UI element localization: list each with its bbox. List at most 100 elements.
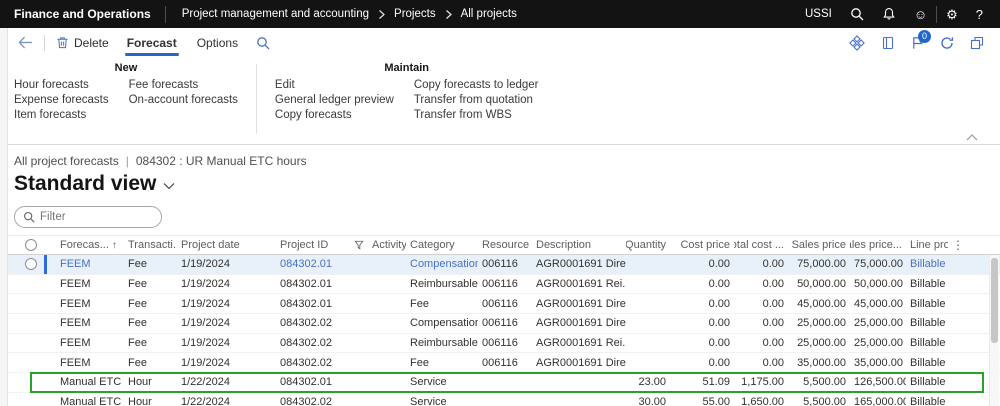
- cell-resource[interactable]: 006116: [478, 298, 532, 310]
- cell-costPrice[interactable]: 55.00: [670, 396, 734, 406]
- cell-totalCost[interactable]: 0.00: [734, 258, 788, 270]
- table-row[interactable]: FEEMFee1/19/2024084302.01Fee006116AGR000…: [0, 294, 1000, 314]
- cell-description[interactable]: AGR0001691 Dire...: [532, 357, 626, 369]
- cell-description[interactable]: AGR0001691 Rei...: [532, 278, 626, 290]
- column-header-quantity[interactable]: Quantity: [626, 239, 670, 251]
- ribbon-item[interactable]: Hour forecasts: [14, 79, 109, 91]
- chevron-down-icon[interactable]: [163, 182, 175, 190]
- cell-date[interactable]: 1/19/2024: [177, 298, 276, 310]
- cell-category[interactable]: Compensation: [406, 317, 478, 329]
- cell-projectId[interactable]: 084302.02: [276, 357, 368, 369]
- cell-description[interactable]: AGR0001691 Dire...: [532, 298, 626, 310]
- cell-costPrice[interactable]: 0.00: [670, 337, 734, 349]
- cell-projectId[interactable]: 084302.01: [276, 258, 368, 270]
- delete-button[interactable]: Delete: [48, 28, 117, 57]
- column-header-transaction[interactable]: Transacti...: [124, 239, 177, 251]
- scrollbar-thumb[interactable]: [991, 258, 998, 343]
- column-options-button[interactable]: ⋮: [948, 238, 962, 252]
- cell-resource[interactable]: 006116: [478, 258, 532, 270]
- cell-projectId[interactable]: 084302.02: [276, 396, 368, 406]
- cell-salesPrice2[interactable]: 25,000.00: [850, 337, 906, 349]
- app-title[interactable]: Finance and Operations: [0, 7, 165, 21]
- cell-totalCost[interactable]: 0.00: [734, 357, 788, 369]
- cell-salesPrice[interactable]: 25,000.00: [788, 337, 850, 349]
- breadcrumb-item[interactable]: All projects: [461, 8, 517, 20]
- ribbon-item[interactable]: Fee forecasts: [129, 79, 238, 91]
- cell-salesPrice[interactable]: 50,000.00: [788, 278, 850, 290]
- cell-costPrice[interactable]: 0.00: [670, 317, 734, 329]
- column-header-forecast[interactable]: Forecas...↑: [56, 239, 124, 251]
- table-row[interactable]: FEEMFee1/19/2024084302.02Compensation006…: [0, 314, 1000, 334]
- vertical-scrollbar[interactable]: [989, 255, 999, 406]
- cell-costPrice[interactable]: 51.09: [670, 376, 734, 388]
- cell-resource[interactable]: 006116: [478, 357, 532, 369]
- cell-totalCost[interactable]: 0.00: [734, 317, 788, 329]
- cell-resource[interactable]: 006116: [478, 317, 532, 329]
- cell-resource[interactable]: 006116: [478, 337, 532, 349]
- cell-salesPrice[interactable]: 45,000.00: [788, 298, 850, 310]
- view-name[interactable]: Standard view: [14, 172, 156, 196]
- task-pane-button[interactable]: [881, 36, 895, 50]
- cell-date[interactable]: 1/19/2024: [177, 357, 276, 369]
- cell-lineProp[interactable]: Billable: [906, 357, 948, 369]
- cell-lineProp[interactable]: Billable: [906, 396, 948, 406]
- column-header-date[interactable]: Project date: [177, 239, 276, 251]
- cell-forecast[interactable]: FEEM: [56, 357, 124, 369]
- cell-salesPrice2[interactable]: 165,000.00: [850, 396, 906, 406]
- table-row[interactable]: FEEMFee1/19/2024084302.01Reimbursables00…: [0, 275, 1000, 295]
- cell-quantity[interactable]: 23.00: [626, 376, 670, 388]
- cell-forecast[interactable]: FEEM: [56, 258, 124, 270]
- column-header-activity[interactable]: Activity ...: [368, 239, 406, 251]
- cell-salesPrice2[interactable]: 25,000.00: [850, 317, 906, 329]
- cell-forecast[interactable]: FEEM: [56, 278, 124, 290]
- cell-projectId[interactable]: 084302.01: [276, 376, 368, 388]
- table-row[interactable]: Manual ETCHour1/22/2024084302.02Service3…: [0, 393, 1000, 406]
- open-in-new-window-button[interactable]: [970, 36, 984, 50]
- cell-salesPrice2[interactable]: 35,000.00: [850, 357, 906, 369]
- filter-input[interactable]: [40, 211, 153, 223]
- ribbon-item[interactable]: Item forecasts: [14, 109, 109, 121]
- cell-costPrice[interactable]: 0.00: [670, 298, 734, 310]
- cell-salesPrice[interactable]: 75,000.00: [788, 258, 850, 270]
- cell-transaction[interactable]: Hour: [124, 396, 177, 406]
- cell-salesPrice2[interactable]: 45,000.00: [850, 298, 906, 310]
- cell-lineProp[interactable]: Billable: [906, 278, 948, 290]
- breadcrumb-item[interactable]: Project management and accounting: [182, 8, 369, 20]
- cell-category[interactable]: Fee: [406, 357, 478, 369]
- cell-date[interactable]: 1/22/2024: [177, 396, 276, 406]
- tab-options[interactable]: Options: [187, 28, 248, 57]
- cell-totalCost[interactable]: 0.00: [734, 337, 788, 349]
- company-picker[interactable]: USSI: [796, 0, 841, 28]
- cell-resource[interactable]: 006116: [478, 278, 532, 290]
- settings-button[interactable]: ⚙: [937, 0, 967, 28]
- cell-category[interactable]: Reimbursables: [406, 337, 478, 349]
- cell-totalCost[interactable]: 0.00: [734, 278, 788, 290]
- cell-projectId[interactable]: 084302.01: [276, 278, 368, 290]
- column-header-salesPrice[interactable]: Sales price: [788, 239, 850, 251]
- cell-forecast[interactable]: Manual ETC: [56, 376, 124, 388]
- cell-totalCost[interactable]: 0.00: [734, 298, 788, 310]
- column-header-projectId[interactable]: Project ID: [276, 239, 368, 251]
- cell-transaction[interactable]: Fee: [124, 298, 177, 310]
- cell-transaction[interactable]: Fee: [124, 278, 177, 290]
- column-header-category[interactable]: Category: [406, 239, 478, 251]
- cell-forecast[interactable]: Manual ETC: [56, 396, 124, 406]
- cell-lineProp[interactable]: Billable: [906, 337, 948, 349]
- app-switcher-button[interactable]: [849, 35, 865, 51]
- cell-forecast[interactable]: FEEM: [56, 298, 124, 310]
- cell-costPrice[interactable]: 0.00: [670, 258, 734, 270]
- feedback-button[interactable]: ☺: [905, 0, 936, 28]
- cell-forecast[interactable]: FEEM: [56, 337, 124, 349]
- cell-category[interactable]: Service: [406, 396, 478, 406]
- cell-category[interactable]: Service: [406, 376, 478, 388]
- cell-projectId[interactable]: 084302.02: [276, 337, 368, 349]
- cell-transaction[interactable]: Fee: [124, 357, 177, 369]
- column-header-salesPrice2[interactable]: Sales price...: [850, 239, 906, 251]
- cell-costPrice[interactable]: 0.00: [670, 357, 734, 369]
- cell-description[interactable]: AGR0001691 Rei...: [532, 337, 626, 349]
- cell-date[interactable]: 1/22/2024: [177, 376, 276, 388]
- commandbar-search-button[interactable]: [248, 28, 278, 57]
- search-button[interactable]: [841, 0, 873, 28]
- breadcrumb-item[interactable]: Projects: [394, 8, 436, 20]
- column-header-totalCost[interactable]: Total cost ...: [734, 239, 788, 251]
